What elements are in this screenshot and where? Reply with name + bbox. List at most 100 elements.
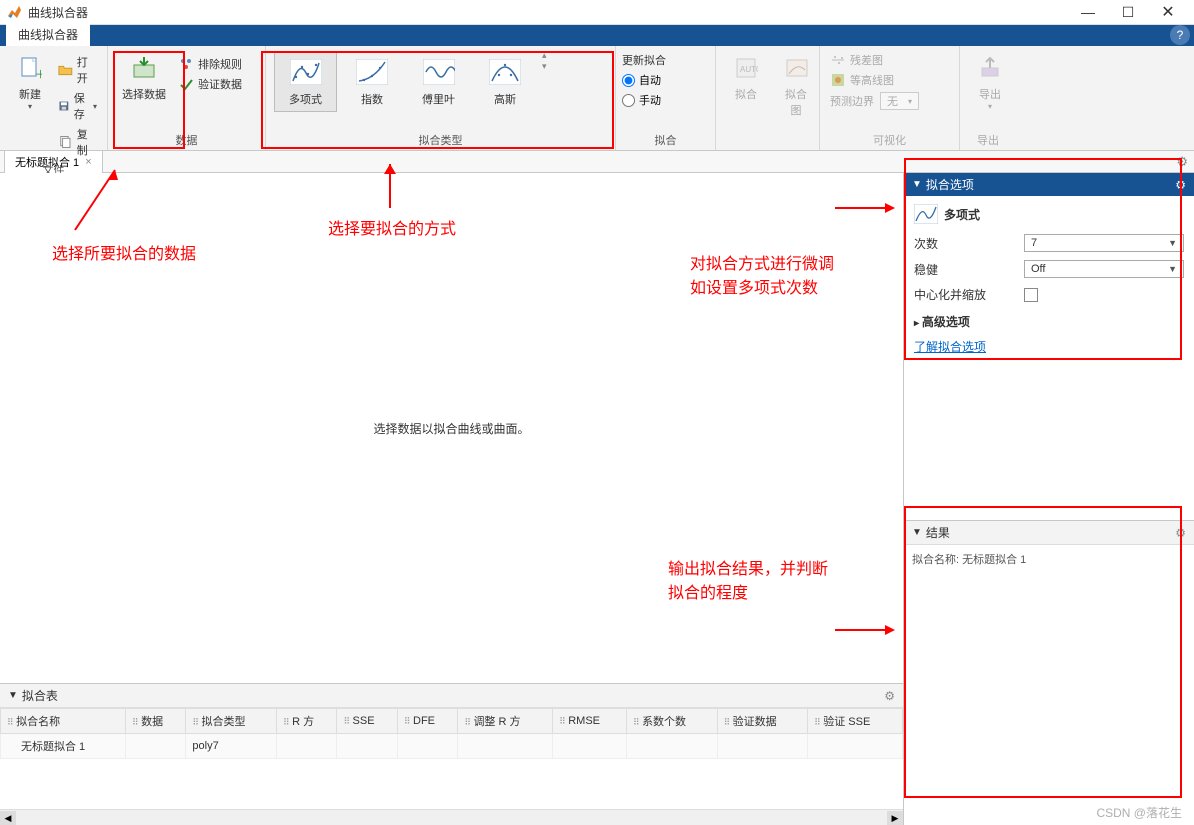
h-scrollbar[interactable]: ◀▶ (0, 809, 903, 825)
matlab-logo-icon (6, 4, 22, 20)
document-tabs: 无标题拟合 1× ⚙ (0, 151, 1194, 173)
table-col-header[interactable]: 拟合类型 (186, 709, 277, 734)
ribbon-group-data: 选择数据 排除规则 验证数据 数据 (108, 46, 266, 150)
ribbon-group-export: 导出▾ 导出 (960, 46, 1016, 150)
fit-table-header[interactable]: ▼拟合表⚙ (0, 684, 903, 708)
minimize-button[interactable]: ― (1068, 0, 1108, 25)
save-icon (58, 98, 70, 114)
center-scale-checkbox[interactable] (1024, 288, 1038, 302)
help-button[interactable]: ? (1170, 25, 1190, 45)
new-button[interactable]: ＋ 新建 ▾ (6, 50, 54, 115)
ribbon-group-file: ＋ 新建 ▾ 打开 保存▾ 复制 文件 (0, 46, 108, 150)
select-data-icon (130, 54, 158, 82)
table-col-header[interactable]: 验证 SSE (808, 709, 903, 734)
main-area: 选择数据以拟合曲线或曲面。 ▼拟合表⚙ 拟合名称数据拟合类型R 方SSEDFE调… (0, 173, 1194, 825)
open-icon (58, 62, 73, 78)
fit-table-panel: ▼拟合表⚙ 拟合名称数据拟合类型R 方SSEDFE调整 R 方RMSE系数个数验… (0, 683, 903, 825)
ribbon-fitplot-group: 拟合图 (766, 46, 820, 150)
table-col-header[interactable]: 数据 (125, 709, 185, 734)
table-col-header[interactable]: 拟合名称 (1, 709, 126, 734)
ribbon-tabstrip: 曲线拟合器 ? (0, 25, 1194, 46)
fittype-fourier-button[interactable]: 傅里叶 (407, 52, 470, 112)
table-col-header[interactable]: DFE (397, 709, 457, 734)
polynomial-icon (914, 204, 938, 224)
ribbon-group-viz: 残差图 等高线图 预测边界无▾ 可视化 (820, 46, 960, 150)
window-title: 曲线拟合器 (28, 4, 1068, 21)
results-panel: ▼结果⚙ 拟合名称: 无标题拟合 1 (904, 520, 1194, 825)
validate-icon (178, 76, 194, 92)
advanced-options-toggle[interactable]: 高级选项 (914, 307, 1184, 334)
canvas-area: 选择数据以拟合曲线或曲面。 (0, 173, 903, 683)
close-button[interactable]: ✕ (1148, 0, 1188, 25)
ribbon-fit-button-group: AUTO拟合 (716, 46, 766, 150)
exclude-rules-button[interactable]: 排除规则 (174, 54, 246, 74)
ribbon-group-fittype: 多项式 指数 傅里叶 高斯 ▴▾ 拟合类型 (266, 46, 616, 150)
table-col-header[interactable]: RMSE (553, 709, 627, 734)
exclude-icon (178, 56, 194, 72)
title-bar: 曲线拟合器 ― ☐ ✕ (0, 0, 1194, 25)
learn-fit-options-link[interactable]: 了解拟合选项 (914, 334, 986, 359)
results-header[interactable]: ▼结果⚙ (904, 521, 1194, 545)
validate-data-button[interactable]: 验证数据 (174, 74, 246, 94)
resid-icon (830, 52, 846, 68)
exponential-icon (356, 59, 388, 87)
contour-button: 等高线图 (826, 70, 898, 90)
degree-select[interactable]: 7▼ (1024, 234, 1184, 252)
save-button[interactable]: 保存▾ (54, 88, 101, 124)
radio-auto[interactable]: 自动 (622, 70, 661, 90)
radio-manual[interactable]: 手动 (622, 90, 661, 110)
fit-button: AUTO拟合 (722, 50, 770, 106)
docktabs-gear-icon[interactable]: ⚙ (1176, 154, 1188, 170)
chevron-down-icon: ▼ (1168, 264, 1177, 274)
polynomial-icon (290, 59, 322, 87)
left-column: 选择数据以拟合曲线或曲面。 ▼拟合表⚙ 拟合名称数据拟合类型R 方SSEDFE调… (0, 173, 904, 825)
maximize-button[interactable]: ☐ (1108, 0, 1148, 25)
table-col-header[interactable]: 验证数据 (717, 709, 808, 734)
predbound-row: 预测边界无▾ (826, 90, 923, 112)
resid-button: 残差图 (826, 50, 887, 70)
open-button[interactable]: 打开 (54, 52, 101, 88)
fit-options-header[interactable]: ▼拟合选项⚙ (904, 173, 1194, 196)
copy-icon (58, 134, 73, 150)
fitplot-icon (782, 54, 810, 82)
scroll-right-button[interactable]: ▶ (887, 811, 903, 825)
scroll-left-button[interactable]: ◀ (0, 811, 16, 825)
fittype-gaussian-button[interactable]: 高斯 (474, 52, 536, 112)
data-group-label: 数据 (114, 130, 259, 148)
fit-table: 拟合名称数据拟合类型R 方SSEDFE调整 R 方RMSE系数个数验证数据验证 … (0, 708, 903, 759)
fitplot-button: 拟合图 (772, 50, 820, 122)
robust-row: 稳健 Off▼ (914, 256, 1184, 282)
fit-options-body: 多项式 次数 7▼ 稳健 Off▼ 中心化并缩放 高级选项 了解拟合选项 (904, 196, 1194, 367)
export-icon (976, 54, 1004, 82)
fittype-gallery-nav[interactable]: ▴▾ (538, 50, 551, 72)
watermark: CSDN @落花生 (1096, 804, 1182, 821)
updatefit-group-label: 拟合 (622, 130, 709, 148)
fittype-group-label: 拟合类型 (272, 130, 609, 148)
export-group-label: 导出 (966, 130, 1010, 148)
fourier-icon (423, 59, 455, 87)
update-title: 更新拟合 (622, 50, 666, 70)
table-col-header[interactable]: 系数个数 (626, 709, 717, 734)
copy-button[interactable]: 复制 (54, 124, 101, 160)
table-col-header[interactable]: 调整 R 方 (458, 709, 553, 734)
ribbon: ＋ 新建 ▾ 打开 保存▾ 复制 文件 选择数据 排除规则 验证数据 数据 (0, 46, 1194, 151)
viz-group-label: 可视化 (826, 130, 953, 148)
table-row[interactable]: 无标题拟合 1 poly7 (1, 734, 903, 759)
select-data-button[interactable]: 选择数据 (114, 50, 174, 106)
ribbon-tab-main[interactable]: 曲线拟合器 (6, 23, 90, 46)
table-col-header[interactable]: SSE (337, 709, 397, 734)
degree-row: 次数 7▼ (914, 230, 1184, 256)
results-body: 拟合名称: 无标题拟合 1 (904, 545, 1194, 825)
select-data-label: 选择数据 (122, 86, 166, 102)
fittype-polynomial-button[interactable]: 多项式 (274, 52, 337, 112)
fittable-gear-icon[interactable]: ⚙ (884, 689, 895, 703)
right-column: ▼拟合选项⚙ 多项式 次数 7▼ 稳健 Off▼ 中心化并缩放 高级选项 了解拟… (904, 173, 1194, 825)
fittype-exponential-button[interactable]: 指数 (341, 52, 403, 112)
fitopt-gear-icon[interactable]: ⚙ (1175, 178, 1186, 192)
table-col-header[interactable]: R 方 (277, 709, 337, 734)
fit-type-label: 多项式 (944, 206, 980, 223)
results-gear-icon[interactable]: ⚙ (1175, 526, 1186, 540)
ribbon-group-updatefit: 更新拟合 自动 手动 拟合 (616, 46, 716, 150)
robust-select[interactable]: Off▼ (1024, 260, 1184, 278)
contour-icon (830, 72, 846, 88)
